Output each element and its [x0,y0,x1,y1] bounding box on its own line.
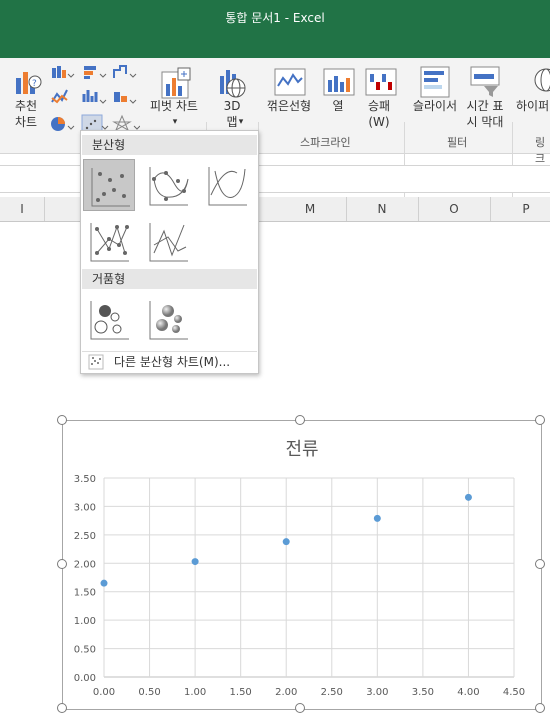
resize-handle-bottom-right[interactable] [535,703,545,713]
timeline-button[interactable]: 시간 표 시 막대 [460,98,510,130]
y-tick-label: 0.50 [74,645,96,656]
scatter-chart-dropdown: 분산형 거품형 다른 분산형 차트(M)... [80,130,259,374]
column-header-n[interactable]: N [346,197,419,221]
data-point[interactable] [100,579,108,587]
data-point[interactable] [464,493,472,501]
scatter-straight-lines-markers-option[interactable] [83,215,135,267]
sparkline-line-icon[interactable] [274,68,306,96]
sparkline-column-button[interactable]: 열 [326,98,350,114]
group-label-filter: 필터 [447,136,468,149]
x-tick-label: 0.00 [93,687,115,698]
pivot-chart-dropdown-arrow[interactable]: ▾ [170,114,180,130]
chart-type-gallery[interactable] [50,64,140,134]
x-tick-label: 0.50 [138,687,160,698]
sparkline-winloss-button[interactable]: 승패 (W) [362,98,396,130]
x-tick-label: 1.00 [184,687,206,698]
scatter-smooth-lines-option[interactable] [201,159,253,211]
more-charts-icon [88,354,104,370]
scatter-straight-markers-icon [90,223,129,262]
scatter-smooth-lines-icon [208,167,247,206]
slicer-icon[interactable] [420,66,450,98]
slicer-button[interactable]: 슬라이서 [408,98,462,114]
data-point[interactable] [373,514,381,522]
resize-handle-left[interactable] [57,559,67,569]
3d-map-dropdown-arrow[interactable]: ▾ [236,114,246,130]
x-tick-label: 3.00 [366,687,388,698]
more-scatter-charts-option[interactable]: 다른 분산형 차트(M)... [82,352,257,372]
pivot-chart-button[interactable]: 피벗 차트 [146,98,202,114]
x-tick-label: 3.50 [412,687,434,698]
scatter-smooth-lines-markers-option[interactable] [142,159,194,211]
x-tick-label: 4.50 [503,687,525,698]
resize-handle-top-left[interactable] [57,415,67,425]
column-header-m[interactable]: M [274,197,347,221]
separator [512,122,513,206]
scatter-straight-lines-icon [149,223,188,262]
data-point[interactable] [191,558,199,566]
x-tick-label: 2.00 [275,687,297,698]
y-tick-label: 1.50 [74,588,96,599]
section-header-bubble: 거품형 [82,269,257,289]
section-header-scatter: 분산형 [82,135,257,155]
column-header-i[interactable]: I [0,197,45,221]
chart-title[interactable]: 전류 [285,439,318,460]
y-tick-label: 0.00 [74,673,96,684]
scatter-smooth-markers-icon [149,167,189,206]
y-tick-label: 3.00 [74,502,96,513]
y-tick-label: 2.50 [74,531,96,542]
resize-handle-top[interactable] [295,415,305,425]
sparkline-column-icon[interactable] [323,68,355,96]
bubble-chart-option[interactable] [83,293,135,345]
scatter-straight-lines-option[interactable] [142,215,194,267]
recommended-charts-icon[interactable]: ? [14,66,42,96]
title-bar: 통합 문서1 - Excel [0,0,550,58]
sparkline-winloss-icon[interactable] [365,68,397,96]
column-header-p[interactable]: P [490,197,550,221]
x-tick-label: 2.50 [321,687,343,698]
column-header-o[interactable]: O [418,197,491,221]
x-tick-label: 4.00 [457,687,479,698]
group-label-sparkline: 스파크라인 [300,136,351,149]
chart-area[interactable]: 전류 0.00 0.50 1.00 1.50 2.00 2.50 3.00 3.50 0.00 0… [62,420,542,710]
hyperlink-button[interactable]: 하이퍼 [516,98,550,114]
globe-icon[interactable] [218,66,248,100]
resize-handle-bottom-left[interactable] [57,703,67,713]
3d-bubble-icon [149,301,188,340]
more-scatter-charts-label: 다른 분산형 차트(M)... [114,355,231,369]
sparkline-line-button[interactable]: 꺾은선형 [262,98,316,114]
scatter-chart: 전류 0.00 0.50 1.00 1.50 2.00 2.50 3.00 3.50 0.00 0… [74,439,525,698]
resize-handle-bottom[interactable] [295,703,305,713]
y-tick-label: 2.00 [74,559,96,570]
bubble-icon [90,301,129,340]
scatter-markers-only-option[interactable] [83,159,135,211]
svg-text:?: ? [32,79,37,89]
group-label-link: 링크 [535,136,546,165]
resize-handle-right[interactable] [535,559,545,569]
3d-bubble-chart-option[interactable] [142,293,194,345]
separator [404,122,405,206]
scatter-markers-icon [91,168,130,207]
data-point[interactable] [282,538,290,546]
hyperlink-icon[interactable] [532,66,550,98]
y-tick-label: 1.00 [74,616,96,627]
recommended-charts-button[interactable]: 추천 차트 [6,98,46,130]
resize-handle-top-right[interactable] [535,415,545,425]
timeline-icon[interactable] [470,66,500,98]
window-title: 통합 문서1 - Excel [225,11,325,25]
x-tick-label: 1.50 [230,687,252,698]
y-tick-label: 3.50 [74,474,96,485]
pivot-chart-icon[interactable] [160,66,192,100]
